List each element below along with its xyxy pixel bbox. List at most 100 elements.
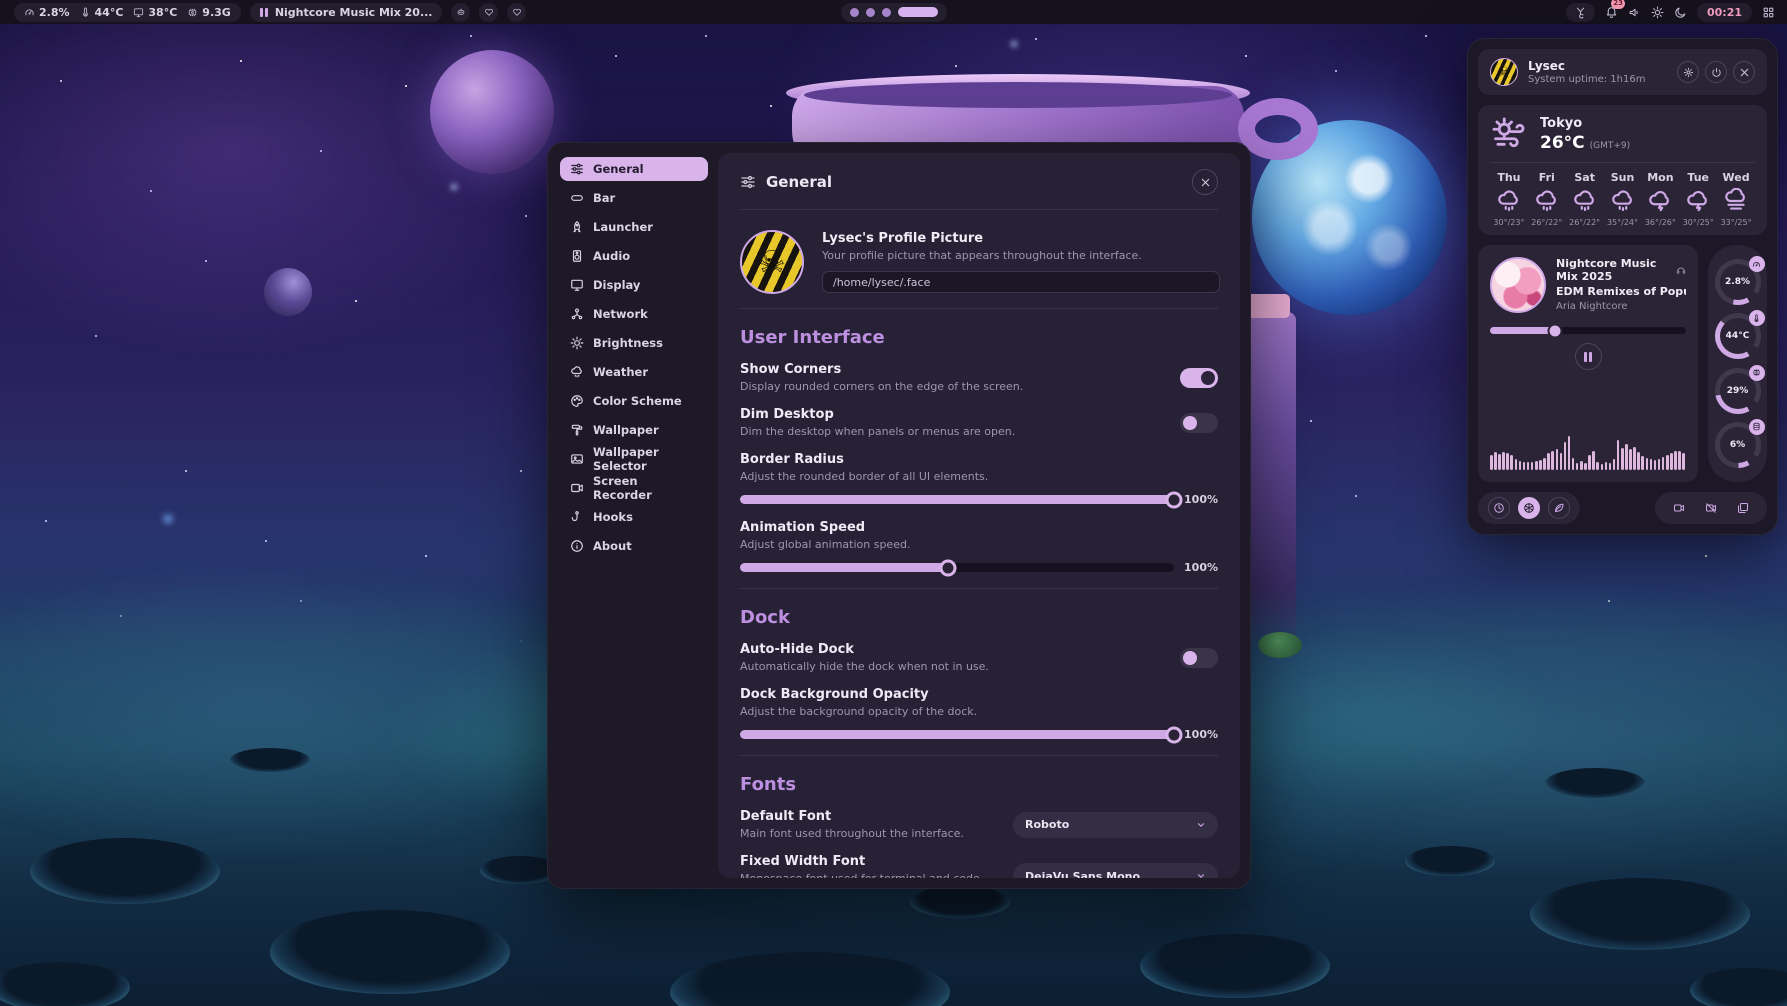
clock-pill[interactable]: 00:21	[1697, 3, 1752, 22]
pause-button[interactable]	[1575, 343, 1602, 370]
forecast-day: Sun 35°/24°	[1604, 171, 1642, 227]
media-player-card: Nightcore Music Mix 2025 EDM Remixes of …	[1478, 245, 1698, 482]
visualizer-bar	[1658, 459, 1661, 470]
night-mode-icon[interactable]	[1674, 6, 1687, 19]
sidebar-item-brightness[interactable]: Brightness	[560, 331, 708, 355]
forecast-temps: 26°/22°	[1531, 218, 1562, 227]
memory-icon	[187, 7, 198, 18]
visualizer-bar	[1605, 462, 1608, 470]
heart-icon	[484, 7, 494, 17]
panel-close-button[interactable]	[1733, 61, 1755, 83]
cpu-value: 2.8%	[39, 6, 70, 19]
gpu-temp-value: 38°C	[148, 6, 177, 19]
user-name: Lysec	[1528, 59, 1645, 73]
sidebar-item-audio[interactable]: Audio	[560, 244, 708, 268]
sidebar-item-screen-recorder[interactable]: Screen Recorder	[560, 476, 708, 500]
dock-opacity-slider[interactable]	[740, 730, 1174, 739]
forecast-temps: 36°/26°	[1645, 218, 1676, 227]
workspace-active[interactable]	[898, 7, 938, 17]
sidebar-item-network[interactable]: Network	[560, 302, 708, 326]
tray-pill[interactable]	[1566, 3, 1595, 22]
setting-desc: Monospace font used for terminal and cod…	[740, 872, 1013, 878]
eco-mode-button[interactable]	[1548, 497, 1570, 519]
fixed-width-font-dropdown[interactable]: DejaVu Sans Mono	[1013, 863, 1218, 878]
slider-knob[interactable]	[1166, 726, 1183, 743]
record-screen-button[interactable]	[1669, 498, 1689, 518]
forecast-day: Thu 30°/23°	[1490, 171, 1528, 227]
sidebar-label: Color Scheme	[593, 394, 682, 408]
performance-mode-button[interactable]	[1518, 497, 1540, 519]
clock: 00:21	[1707, 6, 1742, 19]
temp-stat: 44°C	[80, 6, 124, 19]
notifications-button[interactable]: 23	[1605, 3, 1618, 22]
media-progress-slider[interactable]	[1490, 327, 1686, 334]
giant-mug-inner	[804, 82, 1232, 108]
visualizer-bar	[1547, 453, 1550, 470]
sidebar-item-bar[interactable]: Bar	[560, 186, 708, 210]
divider	[740, 209, 1218, 210]
sidebar-item-color-scheme[interactable]: Color Scheme	[560, 389, 708, 413]
overview-icon[interactable]	[1762, 6, 1775, 19]
album-art	[1490, 257, 1546, 313]
visualizer-bar	[1502, 452, 1505, 470]
like-button[interactable]	[507, 3, 526, 22]
sidebar-item-launcher[interactable]: Launcher	[560, 215, 708, 239]
sidebar-item-display[interactable]: Display	[560, 273, 708, 297]
close-icon	[1200, 177, 1211, 188]
system-stats-pill: 2.8% 44°C 38°C 9.3G	[14, 3, 241, 22]
brightness-icon[interactable]	[1651, 6, 1664, 19]
visualizer-bar	[1625, 444, 1628, 470]
visualizer-bar	[1588, 455, 1591, 470]
speaker-icon	[570, 249, 584, 263]
close-button[interactable]	[1192, 169, 1218, 195]
sidebar-item-wallpaper-selector[interactable]: Wallpaper Selector	[560, 447, 708, 471]
timer-button[interactable]	[1488, 497, 1510, 519]
sidebar-item-wallpaper[interactable]: Wallpaper	[560, 418, 708, 442]
fog-icon	[1723, 188, 1749, 214]
storm-icon	[1685, 188, 1711, 214]
favorite-button[interactable]	[479, 3, 498, 22]
bot-button[interactable]	[451, 3, 470, 22]
dim-desktop-toggle[interactable]	[1180, 413, 1218, 433]
setting-title: Border Radius	[740, 452, 1218, 467]
network-icon	[570, 307, 584, 321]
workspace-dot[interactable]	[866, 8, 875, 17]
media-pill[interactable]: Nightcore Music Mix 20...	[250, 3, 443, 22]
border-radius-slider[interactable]	[740, 495, 1174, 504]
visualizer-bar	[1670, 453, 1673, 470]
user-card: Lysec System uptime: 1h16m	[1478, 49, 1767, 95]
slider-knob[interactable]	[940, 559, 957, 576]
settings-button[interactable]	[1677, 61, 1699, 83]
visualizer-bar	[1572, 458, 1575, 470]
slider-knob[interactable]	[1166, 491, 1183, 508]
settings-sidebar: General Bar Launcher Audio Display Netwo…	[558, 153, 710, 878]
workspace-dot[interactable]	[882, 8, 891, 17]
auto-hide-dock-toggle[interactable]	[1180, 648, 1218, 668]
display-icon	[133, 7, 144, 18]
power-button[interactable]	[1705, 61, 1727, 83]
forecast-day-label: Fri	[1539, 171, 1555, 184]
volume-icon[interactable]	[1628, 6, 1641, 19]
sidebar-item-about[interactable]: About	[560, 534, 708, 558]
animation-speed-slider[interactable]	[740, 563, 1174, 572]
sidebar-item-hooks[interactable]: Hooks	[560, 505, 708, 529]
forecast-temps: 30°/25°	[1683, 218, 1714, 227]
sidebar-item-general[interactable]: General	[560, 157, 708, 181]
workspace-dot[interactable]	[850, 8, 859, 17]
storm-icon	[1647, 188, 1673, 214]
default-font-dropdown[interactable]: Roboto	[1013, 812, 1218, 838]
record-off-button[interactable]	[1701, 498, 1721, 518]
profile-avatar[interactable]	[740, 230, 804, 294]
visualizer-bar	[1617, 440, 1620, 470]
show-corners-toggle[interactable]	[1180, 368, 1218, 388]
setting-title: Fixed Width Font	[740, 854, 1013, 869]
purple-planet	[430, 50, 554, 174]
divider	[740, 755, 1218, 756]
progress-knob[interactable]	[1547, 323, 1562, 338]
screenshot-button[interactable]	[1733, 498, 1753, 518]
sidebar-item-weather[interactable]: Weather	[560, 360, 708, 384]
setting-desc: Adjust the background opacity of the doc…	[740, 705, 1218, 718]
thermometer-icon	[1749, 310, 1765, 326]
profile-path-input[interactable]: /home/lysec/.face	[822, 271, 1220, 293]
forecast-day: Mon 36°/26°	[1641, 171, 1679, 227]
